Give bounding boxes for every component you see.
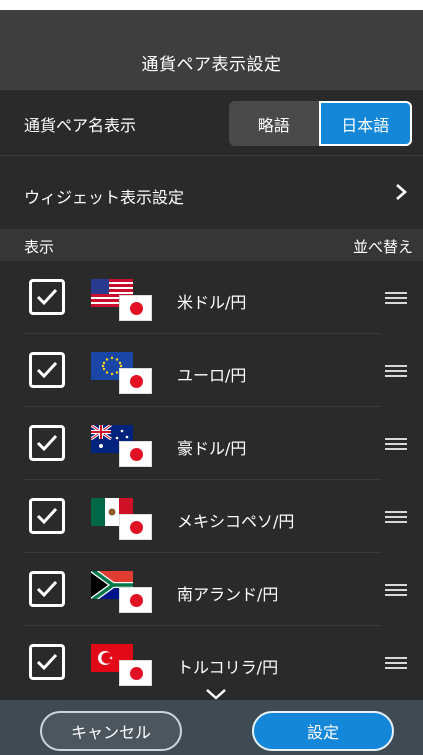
pair-name: 米ドル/円 [177, 293, 247, 312]
chevron-right-icon [396, 184, 407, 200]
drag-handle-icon[interactable] [385, 584, 407, 596]
check-icon [36, 434, 58, 452]
pair-name-display-row: 通貨ペア名表示 略語 日本語 [0, 90, 423, 156]
header: 通貨ペア表示設定 [0, 10, 423, 90]
pair-name-display-label: 通貨ペア名表示 [24, 116, 137, 135]
jp-flag-icon [119, 587, 152, 613]
flag-pair [91, 644, 161, 692]
flag-pair [91, 279, 161, 327]
drag-handle-icon[interactable] [385, 365, 407, 377]
flag-pair [91, 352, 161, 400]
list-item: メキシコペソ/円 [0, 480, 423, 553]
check-icon [36, 507, 58, 525]
check-icon [36, 653, 58, 671]
widget-display-settings-row[interactable]: ウィジェット表示設定 [0, 157, 423, 229]
name-display-toggle[interactable]: 略語 日本語 [229, 101, 412, 146]
sort-column-label: 並べ替え [352, 238, 413, 256]
check-icon [36, 580, 58, 598]
pair-name: 南アランド/円 [177, 585, 279, 604]
list-item: 豪ドル/円 [0, 407, 423, 480]
show-checkbox[interactable] [29, 571, 65, 607]
jp-flag-icon [119, 295, 152, 321]
list-item: 南アランド/円 [0, 553, 423, 626]
abbreviation-option-button[interactable]: 略語 [229, 101, 319, 146]
footer-bar: キャンセル 設定 [0, 700, 423, 755]
check-icon [36, 288, 58, 306]
flag-pair [91, 425, 161, 473]
list-section-header: 表示 並べ替え [0, 229, 423, 261]
drag-handle-icon[interactable] [385, 511, 407, 523]
cancel-button[interactable]: キャンセル [40, 711, 182, 751]
show-checkbox[interactable] [29, 498, 65, 534]
jp-flag-icon [119, 660, 152, 686]
flag-pair [91, 498, 161, 546]
jp-flag-icon [119, 368, 152, 394]
flag-pair [91, 571, 161, 619]
check-icon [36, 361, 58, 379]
pair-name: ユーロ/円 [177, 366, 247, 385]
drag-handle-icon[interactable] [385, 438, 407, 450]
jp-flag-icon [119, 514, 152, 540]
pair-name: メキシコペソ/円 [177, 512, 295, 531]
currency-pair-list: 米ドル/円 ユーロ/円 豪ドル/円 メキシコペソ/円 南アランド/円 トルコリラ… [0, 261, 423, 699]
jp-flag-icon [119, 441, 152, 467]
show-checkbox[interactable] [29, 644, 65, 680]
display-column-label: 表示 [24, 238, 55, 256]
chevron-down-icon[interactable] [205, 688, 227, 700]
show-checkbox[interactable] [29, 425, 65, 461]
widget-display-settings-label: ウィジェット表示設定 [24, 188, 185, 207]
drag-handle-icon[interactable] [385, 292, 407, 304]
drag-handle-icon[interactable] [385, 657, 407, 669]
page-title: 通貨ペア表示設定 [141, 55, 282, 75]
set-button[interactable]: 設定 [252, 711, 394, 751]
show-checkbox[interactable] [29, 352, 65, 388]
list-item: ユーロ/円 [0, 334, 423, 407]
list-item: 米ドル/円 [0, 261, 423, 334]
top-bar [0, 0, 423, 10]
japanese-option-button[interactable]: 日本語 [318, 101, 412, 146]
pair-name: トルコリラ/円 [177, 658, 279, 677]
show-checkbox[interactable] [29, 279, 65, 315]
pair-name: 豪ドル/円 [177, 439, 247, 458]
